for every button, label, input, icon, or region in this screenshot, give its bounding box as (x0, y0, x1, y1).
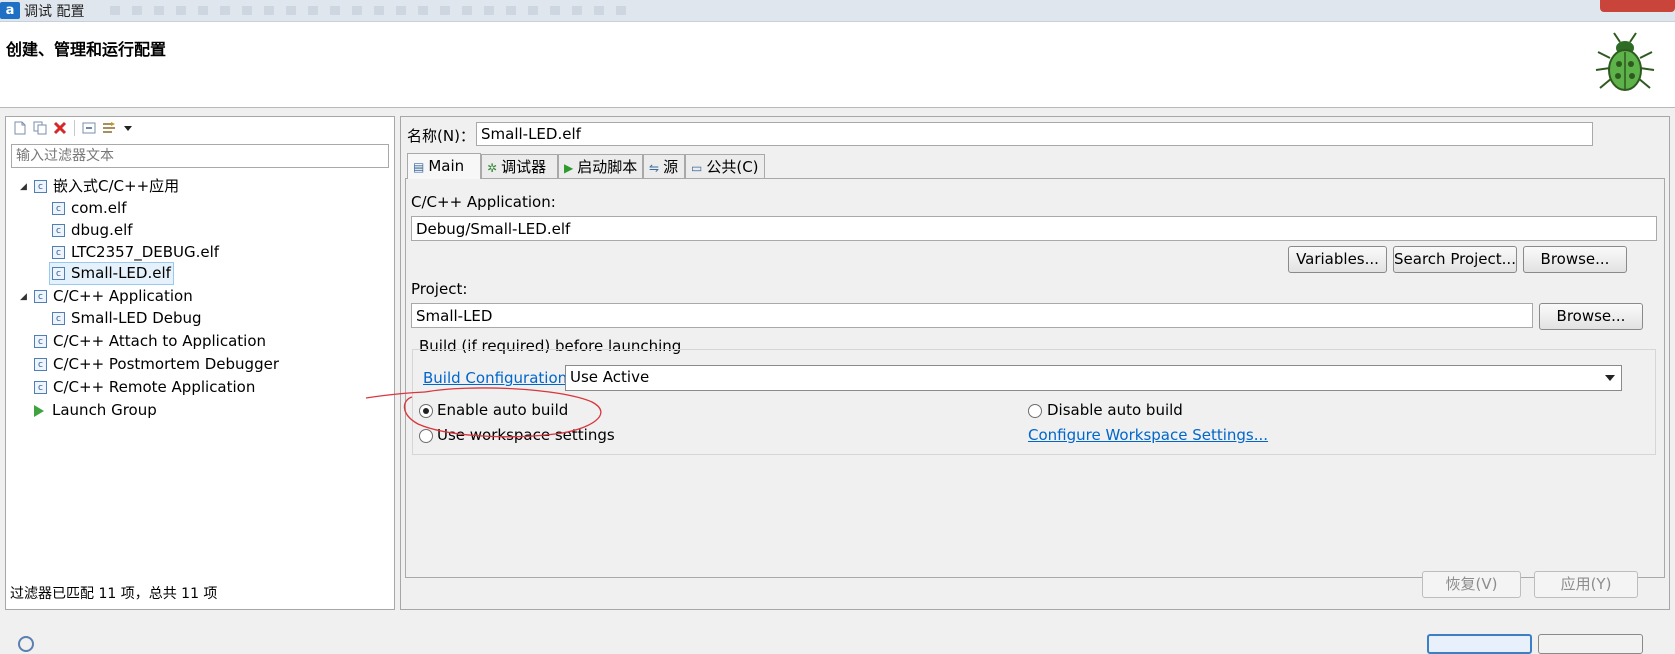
tree-item-label: C/C++ Postmortem Debugger (53, 355, 279, 373)
tree-item[interactable]: ◢ c 嵌入式C/C++应用 (20, 175, 179, 197)
tab-label: 调试器 (501, 158, 547, 176)
c-config-icon: c (52, 246, 65, 259)
debugger-icon: ✲ (487, 161, 498, 175)
bug-icon (1595, 32, 1655, 91)
browse-application-button[interactable]: Browse... (1523, 246, 1627, 273)
tree-item-label: com.elf (71, 199, 127, 217)
application-label: C/C++ Application: (411, 193, 556, 211)
build-configuration-select[interactable]: Use Active (565, 365, 1622, 391)
help-icon[interactable] (18, 636, 34, 652)
tree-item-label: dbug.elf (71, 221, 133, 239)
tree-item-selected[interactable]: c Small-LED.elf (49, 262, 174, 285)
background-toolbar-ghost (110, 6, 630, 15)
disable-auto-build-radio[interactable] (1028, 404, 1042, 418)
main-tab-content: C/C++ Application: Variables... Search P… (405, 178, 1665, 578)
tree-item-label: Small-LED.elf (71, 264, 171, 282)
delete-icon[interactable] (53, 121, 67, 135)
tree-item[interactable]: c dbug.elf (52, 219, 133, 241)
filter-status-text: 过滤器已匹配 11 项，总共 11 项 (10, 586, 218, 602)
debug-button[interactable] (1427, 634, 1532, 654)
c-config-icon: c (52, 224, 65, 237)
c-config-icon: c (52, 202, 65, 215)
tree-item-label: C/C++ Attach to Application (53, 332, 267, 350)
build-configuration-link[interactable]: Build Configuration: (423, 369, 572, 387)
app-icon: a (0, 2, 20, 19)
tab-startup[interactable]: ▶ 启动脚本 (558, 154, 643, 178)
tree-item-label: Launch Group (52, 401, 157, 419)
tree-item[interactable]: c C/C++ Attach to Application (34, 330, 266, 352)
toolbar-separator (74, 120, 75, 136)
config-editor-panel: 名称(N)： ▤Main ✲调试器 ▶启动脚本 ⇋源 ▭公共(C) C/C++ … (400, 116, 1670, 610)
tab-source[interactable]: ⇋ 源 (643, 154, 685, 178)
c-config-icon: c (34, 381, 47, 394)
tree-item[interactable]: c com.elf (52, 197, 126, 219)
expand-arrow-icon[interactable]: ◢ (20, 286, 34, 308)
filter-input[interactable] (11, 144, 389, 168)
use-workspace-settings-label[interactable]: Use workspace settings (437, 426, 615, 444)
common-icon: ▭ (691, 161, 703, 175)
tree-item[interactable]: c LTC2357_DEBUG.elf (52, 241, 219, 263)
tree-item[interactable]: c Small-LED Debug (52, 307, 202, 329)
tree-item[interactable]: Launch Group (34, 399, 157, 421)
enable-auto-build-radio[interactable] (419, 404, 433, 418)
c-config-icon: c (34, 358, 47, 371)
tree-item-label: C/C++ Remote Application (53, 378, 256, 396)
c-config-icon: c (34, 335, 47, 348)
configure-workspace-settings-link[interactable]: Configure Workspace Settings... (1028, 426, 1268, 444)
tree-item[interactable]: c C/C++ Remote Application (34, 376, 255, 398)
tree-item-label: C/C++ Application (53, 287, 193, 305)
collapse-all-icon[interactable] (82, 121, 96, 135)
tree-item-label: LTC2357_DEBUG.elf (71, 243, 220, 261)
filter-icon[interactable] (102, 121, 116, 135)
name-input[interactable] (476, 122, 1593, 146)
variables-button[interactable]: Variables... (1288, 246, 1387, 273)
tree-item[interactable]: c C/C++ Postmortem Debugger (34, 353, 279, 375)
name-label: 名称(N)： (407, 127, 475, 145)
dialog-title: 创建、管理和运行配置 (6, 40, 167, 59)
tree-item[interactable]: ◢ c C/C++ Application (20, 285, 193, 307)
c-config-icon: c (52, 312, 65, 325)
c-config-icon: c (34, 290, 47, 303)
expand-arrow-icon[interactable]: ◢ (20, 176, 34, 198)
new-config-icon[interactable] (13, 121, 27, 135)
tab-main[interactable]: ▤ Main (407, 153, 481, 179)
disable-auto-build-label[interactable]: Disable auto build (1047, 401, 1183, 419)
build-configuration-value: Use Active (570, 368, 650, 386)
apply-button[interactable]: 应用(Y) (1534, 571, 1638, 598)
search-project-button[interactable]: Search Project... (1393, 246, 1517, 273)
window-title-bar[interactable]: a 调试 配置 (0, 0, 1675, 22)
project-input[interactable] (411, 303, 1533, 328)
tab-debugger[interactable]: ✲ 调试器 (481, 154, 558, 178)
launch-group-icon (34, 404, 44, 417)
project-label: Project: (411, 280, 468, 298)
browse-project-button[interactable]: Browse... (1539, 303, 1643, 330)
window-close-button[interactable] (1600, 0, 1675, 12)
dialog-header: 创建、管理和运行配置 (0, 22, 1675, 108)
use-workspace-settings-radio[interactable] (419, 429, 433, 443)
window-title: 调试 配置 (24, 4, 85, 20)
launch-config-tree-panel: ◢c嵌入式C/C++应用 ccom.elf cdbug.elf cLTC2357… (5, 116, 395, 610)
startup-icon: ▶ (564, 161, 574, 175)
duplicate-icon[interactable] (33, 121, 47, 135)
tree-item-label: Small-LED Debug (71, 309, 202, 327)
dropdown-arrow-icon[interactable] (124, 126, 132, 131)
c-config-icon: c (52, 267, 65, 280)
tab-common[interactable]: ▭ 公共(C) (685, 154, 765, 178)
application-input[interactable] (411, 216, 1657, 241)
enable-auto-build-label[interactable]: Enable auto build (437, 401, 568, 419)
tab-label: Main (428, 157, 465, 175)
source-icon: ⇋ (649, 161, 660, 175)
tab-label: 源 (663, 158, 679, 176)
tree-item-label: 嵌入式C/C++应用 (53, 177, 180, 195)
tab-label: 启动脚本 (577, 158, 638, 176)
build-group: Build Configuration: Use Active Enable a… (412, 349, 1656, 455)
revert-button[interactable]: 恢复(V) (1422, 571, 1521, 598)
chevron-down-icon (1605, 375, 1615, 381)
c-config-icon: c (34, 180, 47, 193)
tab-label: 公共(C) (706, 158, 759, 176)
close-button[interactable] (1538, 634, 1643, 654)
main-tab-icon: ▤ (413, 160, 425, 174)
